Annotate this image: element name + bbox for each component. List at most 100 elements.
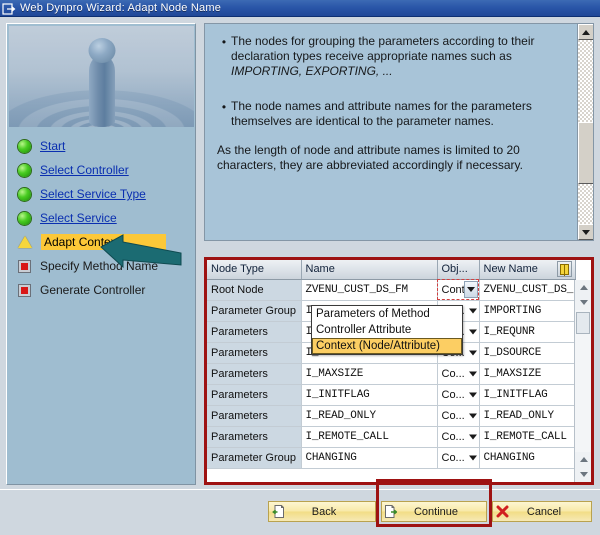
table-row[interactable]: Parameters I_INITFLAG Co... I_INITFLAG	[207, 384, 576, 406]
sidebar-item-select-service-type[interactable]: Select Service Type	[9, 182, 194, 206]
chevron-down-icon[interactable]	[468, 350, 477, 355]
continue-button[interactable]: Continue	[381, 501, 487, 522]
table-row[interactable]: Parameters I_MAXSIZE Co... I_MAXSIZE	[207, 363, 576, 385]
table-row[interactable]: Parameter Group CHANGING Co... CHANGING	[207, 447, 576, 469]
column-header-node-type[interactable]: Node Type	[207, 260, 302, 280]
sidebar-item-label: Generate Controller	[40, 283, 146, 297]
chevron-down-icon	[582, 229, 590, 235]
cell-new-name[interactable]: I_MAXSIZE	[479, 363, 576, 385]
chevron-down-icon[interactable]	[468, 329, 477, 334]
instruction-paragraph: As the length of node and attribute name…	[217, 143, 523, 172]
cell-obj-value: Co...	[441, 409, 465, 422]
dropdown-option-parameters-of-method[interactable]: Parameters of Method	[312, 306, 462, 322]
sidebar-item-label: Start	[40, 139, 66, 153]
cell-new-name[interactable]: CHANGING	[479, 447, 576, 469]
cell-node-type: Parameters	[207, 321, 302, 343]
bullet-icon: •	[221, 35, 227, 49]
instruction-italic-1: IMPORTING, EXPORTING, ...	[231, 64, 393, 78]
back-button[interactable]: Back	[268, 501, 376, 522]
chevron-up-icon	[579, 457, 588, 462]
cell-obj-dropdown[interactable]: Co...	[437, 384, 480, 406]
green-circle-icon	[18, 163, 31, 177]
cell-node-type: Parameters	[207, 342, 302, 364]
table-row[interactable]: Root Node ZVENU_CUST_DS_FM Cont ZVENU_CU…	[207, 279, 576, 301]
table-header-row: Node Type Name Obj... New Name	[207, 260, 576, 280]
cell-name[interactable]: I_INITFLAG	[301, 384, 438, 406]
cell-obj-dropdown[interactable]: Co...	[437, 405, 480, 427]
window-title: Web Dynpro Wizard: Adapt Node Name	[20, 2, 222, 14]
cell-obj-dropdown[interactable]: Co...	[437, 426, 480, 448]
back-document-icon	[269, 505, 287, 518]
sidebar-item-start[interactable]: Start	[9, 134, 194, 158]
chevron-down-icon	[579, 472, 588, 477]
table-scrollbar[interactable]	[574, 280, 591, 482]
cell-new-name[interactable]: I_INITFLAG	[479, 384, 576, 406]
sidebar-item-generate-controller[interactable]: Generate Controller	[9, 278, 194, 302]
cell-obj-dropdown[interactable]: Cont	[437, 279, 480, 301]
cell-obj-dropdown[interactable]: Co...	[437, 363, 480, 385]
yellow-triangle-icon	[18, 236, 32, 248]
table-row[interactable]: Parameters I_REMOTE_CALL Co... I_REMOTE_…	[207, 426, 576, 448]
instruction-text-2: The node names and attribute names for t…	[231, 99, 532, 128]
sidebar-item-specify-method-name[interactable]: Specify Method Name	[9, 254, 194, 278]
chevron-down-icon[interactable]	[468, 434, 477, 439]
cell-name[interactable]: CHANGING	[301, 447, 438, 469]
cell-obj-value: Cont	[441, 283, 465, 296]
node-name-table-container[interactable]: Node Type Name Obj... New Name Root Node…	[207, 260, 591, 482]
green-circle-icon	[18, 211, 31, 225]
dropdown-option-controller-attribute[interactable]: Controller Attribute	[312, 322, 462, 338]
cell-name[interactable]: ZVENU_CUST_DS_FM	[301, 279, 438, 301]
cell-new-name[interactable]: I_READ_ONLY	[479, 405, 576, 427]
cell-name[interactable]: I_READ_ONLY	[301, 405, 438, 427]
table-row[interactable]: Parameters I_READ_ONLY Co... I_READ_ONLY	[207, 405, 576, 427]
table-scroll-down-page-button[interactable]	[575, 452, 591, 467]
droplet-stem-icon	[88, 55, 115, 127]
sidebar-item-select-controller[interactable]: Select Controller	[9, 158, 194, 182]
table-scroll-up-button[interactable]	[575, 280, 591, 295]
cell-new-name[interactable]: I_REMOTE_CALL	[479, 426, 576, 448]
column-settings-icon[interactable]	[557, 261, 572, 277]
cell-node-type: Parameters	[207, 405, 302, 427]
dropdown-toggle-icon[interactable]	[463, 280, 478, 298]
column-header-obj[interactable]: Obj...	[437, 260, 480, 280]
table-scroll-down-button[interactable]	[575, 467, 591, 482]
instructions-panel: • The nodes for grouping the parameters …	[204, 23, 594, 241]
scroll-down-button[interactable]	[578, 224, 593, 240]
node-name-table: Node Type Name Obj... New Name Root Node…	[207, 260, 576, 469]
scrollbar-track[interactable]	[578, 40, 593, 224]
chevron-down-icon[interactable]	[468, 392, 477, 397]
dialog-footer: Back Continue Cancel	[0, 479, 600, 535]
sidebar-item-adapt-context[interactable]: Adapt Context	[9, 230, 194, 254]
cancel-button[interactable]: Cancel	[492, 501, 592, 522]
chevron-down-icon[interactable]	[468, 308, 477, 313]
scrollbar-thumb[interactable]	[578, 122, 593, 184]
sidebar-item-label: Select Service	[40, 211, 117, 225]
chevron-down-icon[interactable]	[468, 455, 477, 460]
wizard-sidebar: Start Select Controller Select Service T…	[6, 23, 196, 485]
instruction-bullet-1: • The nodes for grouping the parameters …	[217, 34, 569, 79]
object-type-dropdown-menu[interactable]: Parameters of Method Controller Attribut…	[311, 305, 463, 355]
sidebar-item-select-service[interactable]: Select Service	[9, 206, 194, 230]
red-square-icon	[18, 283, 31, 297]
instructions-scrollbar[interactable]	[577, 24, 593, 240]
dropdown-option-context-node-attribute[interactable]: Context (Node/Attribute)	[312, 338, 462, 354]
cell-node-type: Parameter Group	[207, 300, 302, 322]
table-scroll-up-page-button[interactable]	[575, 295, 591, 310]
cell-new-name[interactable]: ZVENU_CUST_DS_FM	[479, 279, 576, 301]
chevron-down-icon[interactable]	[468, 413, 477, 418]
droplet-head-icon	[88, 38, 115, 63]
cell-name[interactable]: I_REMOTE_CALL	[301, 426, 438, 448]
cell-new-name[interactable]: IMPORTING	[479, 300, 576, 322]
cell-node-type: Parameters	[207, 426, 302, 448]
wizard-steps-list: Start Select Controller Select Service T…	[9, 128, 194, 483]
column-header-name[interactable]: Name	[301, 260, 438, 280]
green-circle-icon	[18, 187, 31, 201]
chevron-down-icon[interactable]	[468, 371, 477, 376]
cell-new-name[interactable]: I_DSOURCE	[479, 342, 576, 364]
cell-obj-dropdown[interactable]: Co...	[437, 447, 480, 469]
scroll-up-button[interactable]	[578, 24, 593, 40]
cell-name[interactable]: I_MAXSIZE	[301, 363, 438, 385]
table-scrollbar-thumb[interactable]	[576, 312, 590, 334]
back-button-label: Back	[311, 505, 337, 518]
cell-new-name[interactable]: I_REQUNR	[479, 321, 576, 343]
